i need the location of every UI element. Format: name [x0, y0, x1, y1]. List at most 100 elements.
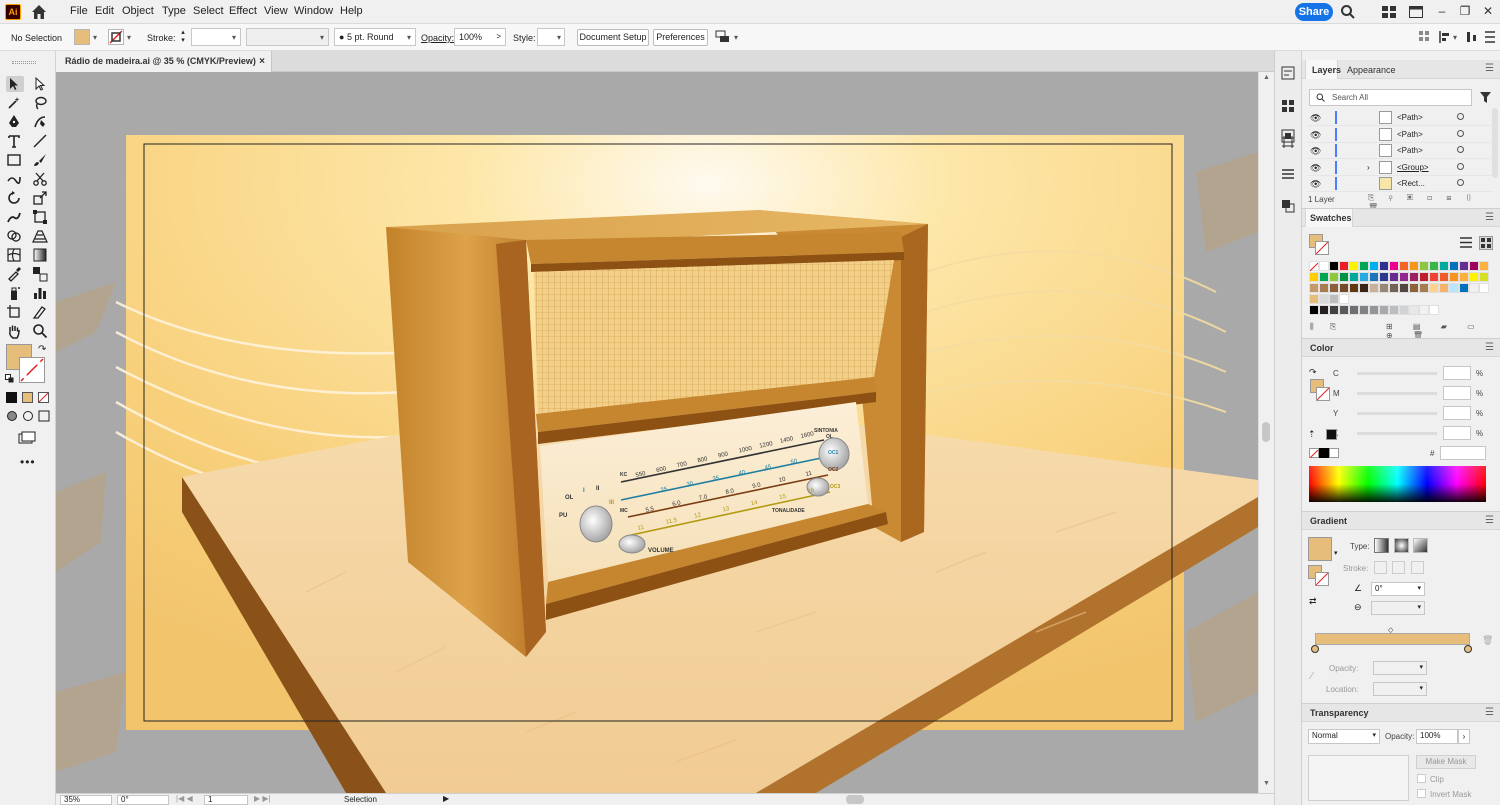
layer-row[interactable]: 👁 <Path>: [1308, 110, 1494, 126]
swatch[interactable]: [1479, 283, 1489, 293]
artboard-nav-first[interactable]: |◀ ◀: [176, 794, 193, 803]
screen-mode-icon[interactable]: [18, 431, 36, 448]
rotate-tool-icon[interactable]: [6, 190, 24, 206]
transparency-title[interactable]: Transparency: [1310, 708, 1369, 718]
layer-name[interactable]: <Path>: [1397, 130, 1423, 139]
swatch[interactable]: [1369, 283, 1379, 293]
gradient-location-field[interactable]: ▾: [1373, 682, 1427, 696]
swatch[interactable]: [1469, 283, 1479, 293]
gradient-aspect-field[interactable]: ▾: [1371, 601, 1425, 615]
target-icon[interactable]: [1457, 113, 1464, 120]
color-stroke-box[interactable]: [1316, 387, 1330, 401]
swatch[interactable]: [1479, 261, 1489, 271]
swatch[interactable]: [1339, 272, 1349, 282]
swap-fill-stroke-icon[interactable]: ↷: [38, 344, 46, 355]
magenta-field[interactable]: [1443, 386, 1471, 400]
swatch[interactable]: [1449, 283, 1459, 293]
swatch[interactable]: [1339, 294, 1349, 304]
variable-width-profile[interactable]: ▾: [246, 28, 329, 46]
swatch[interactable]: [1339, 305, 1349, 315]
swatch[interactable]: [1469, 261, 1479, 271]
perspective-grid-tool-icon[interactable]: [32, 228, 50, 244]
swatch[interactable]: [1409, 272, 1419, 282]
artboard-nav-next[interactable]: ▶ ▶|: [254, 794, 271, 803]
swatch[interactable]: [1449, 261, 1459, 271]
menu-type[interactable]: Type: [162, 5, 186, 17]
curvature-tool-icon[interactable]: [32, 114, 50, 130]
stroke-color-box[interactable]: [19, 357, 45, 383]
color-mode-icon[interactable]: [6, 392, 17, 403]
workspace-switcher-icon[interactable]: [1409, 6, 1423, 21]
panel-menu-icon[interactable]: ☰: [1485, 707, 1494, 718]
swatch[interactable]: [1439, 261, 1449, 271]
swatch[interactable]: [1429, 272, 1439, 282]
swatch[interactable]: [1399, 272, 1409, 282]
stroke-weight-field[interactable]: ▾: [191, 28, 241, 46]
document-setup-button[interactable]: Document Setup: [577, 29, 649, 46]
layer-row[interactable]: 👁 <Path>: [1308, 143, 1494, 159]
menu-help[interactable]: Help: [340, 5, 363, 17]
pen-tool-icon[interactable]: [6, 114, 24, 130]
swatch[interactable]: [1429, 283, 1439, 293]
layer-name[interactable]: <Path>: [1397, 113, 1423, 122]
vertical-scrollbar[interactable]: ▲ ▼: [1258, 72, 1274, 793]
none-mode-icon[interactable]: [38, 392, 49, 403]
target-icon[interactable]: [1457, 129, 1464, 137]
delete-stop-icon[interactable]: 🗑: [1482, 635, 1493, 646]
swatch[interactable]: [1409, 261, 1419, 271]
swatch[interactable]: [1379, 272, 1389, 282]
target-icon[interactable]: [1457, 162, 1464, 170]
out-of-gamut-icon[interactable]: ⇡: [1308, 429, 1316, 440]
zoom-tool-icon[interactable]: [32, 323, 50, 339]
shaper-tool-icon[interactable]: [6, 171, 24, 187]
default-fill-stroke-icon[interactable]: [5, 374, 14, 383]
white-quick-swatch[interactable]: [1329, 448, 1339, 458]
swatch[interactable]: [1459, 272, 1469, 282]
hand-tool-icon[interactable]: [6, 323, 24, 339]
blend-tool-icon[interactable]: [32, 266, 50, 282]
paintbrush-tool-icon[interactable]: [32, 152, 50, 168]
chevron-down-icon[interactable]: ▾: [734, 33, 738, 42]
swatch[interactable]: [1319, 261, 1329, 271]
swatch[interactable]: [1399, 283, 1409, 293]
document-tab[interactable]: Rádio de madeira.ai @ 35 % (CMYK/Preview…: [56, 51, 272, 72]
swatch[interactable]: [1459, 261, 1469, 271]
swatch[interactable]: [1329, 261, 1339, 271]
lasso-tool-icon[interactable]: [32, 95, 50, 111]
stroke-across-button[interactable]: [1411, 561, 1424, 574]
layer-name[interactable]: <Rect...: [1397, 179, 1425, 188]
layers-search-input[interactable]: Search All: [1309, 89, 1472, 106]
arrange-icon[interactable]: [715, 30, 731, 47]
swatch[interactable]: [1359, 261, 1369, 271]
chevron-down-icon[interactable]: ▾: [127, 33, 131, 42]
eyedropper-icon[interactable]: ⁄: [1311, 671, 1313, 682]
swatch[interactable]: [1319, 272, 1329, 282]
swatch[interactable]: [1319, 294, 1329, 304]
align-icon[interactable]: [1438, 30, 1452, 47]
swatch[interactable]: [1359, 283, 1369, 293]
align-panel-icon[interactable]: [1281, 167, 1295, 184]
layer-row[interactable]: 👁 <Path>: [1308, 127, 1494, 143]
swatch[interactable]: [1409, 283, 1419, 293]
menu-window[interactable]: Window: [294, 5, 333, 17]
menu-object[interactable]: Object: [122, 5, 154, 17]
list-view-icon[interactable]: [1460, 237, 1472, 251]
fill-swatch[interactable]: [74, 29, 90, 45]
tab-layers[interactable]: Layers: [1312, 65, 1341, 75]
swatch[interactable]: [1309, 272, 1319, 282]
swatch[interactable]: [1419, 272, 1429, 282]
swatch[interactable]: [1389, 272, 1399, 282]
hex-field[interactable]: [1440, 446, 1486, 460]
menu-effect[interactable]: Effect: [229, 5, 257, 17]
magic-wand-tool-icon[interactable]: [6, 95, 24, 111]
home-icon[interactable]: [30, 3, 48, 21]
swatch[interactable]: [1329, 272, 1339, 282]
menu-edit[interactable]: Edit: [95, 5, 114, 17]
black-slider[interactable]: [1357, 432, 1437, 435]
target-icon[interactable]: [1457, 179, 1464, 186]
gradient-stop-right[interactable]: [1464, 645, 1472, 653]
eye-icon[interactable]: 👁: [1310, 163, 1321, 174]
swatch[interactable]: [1329, 283, 1339, 293]
linear-gradient-button[interactable]: [1374, 538, 1389, 553]
swatch[interactable]: [1369, 272, 1379, 282]
